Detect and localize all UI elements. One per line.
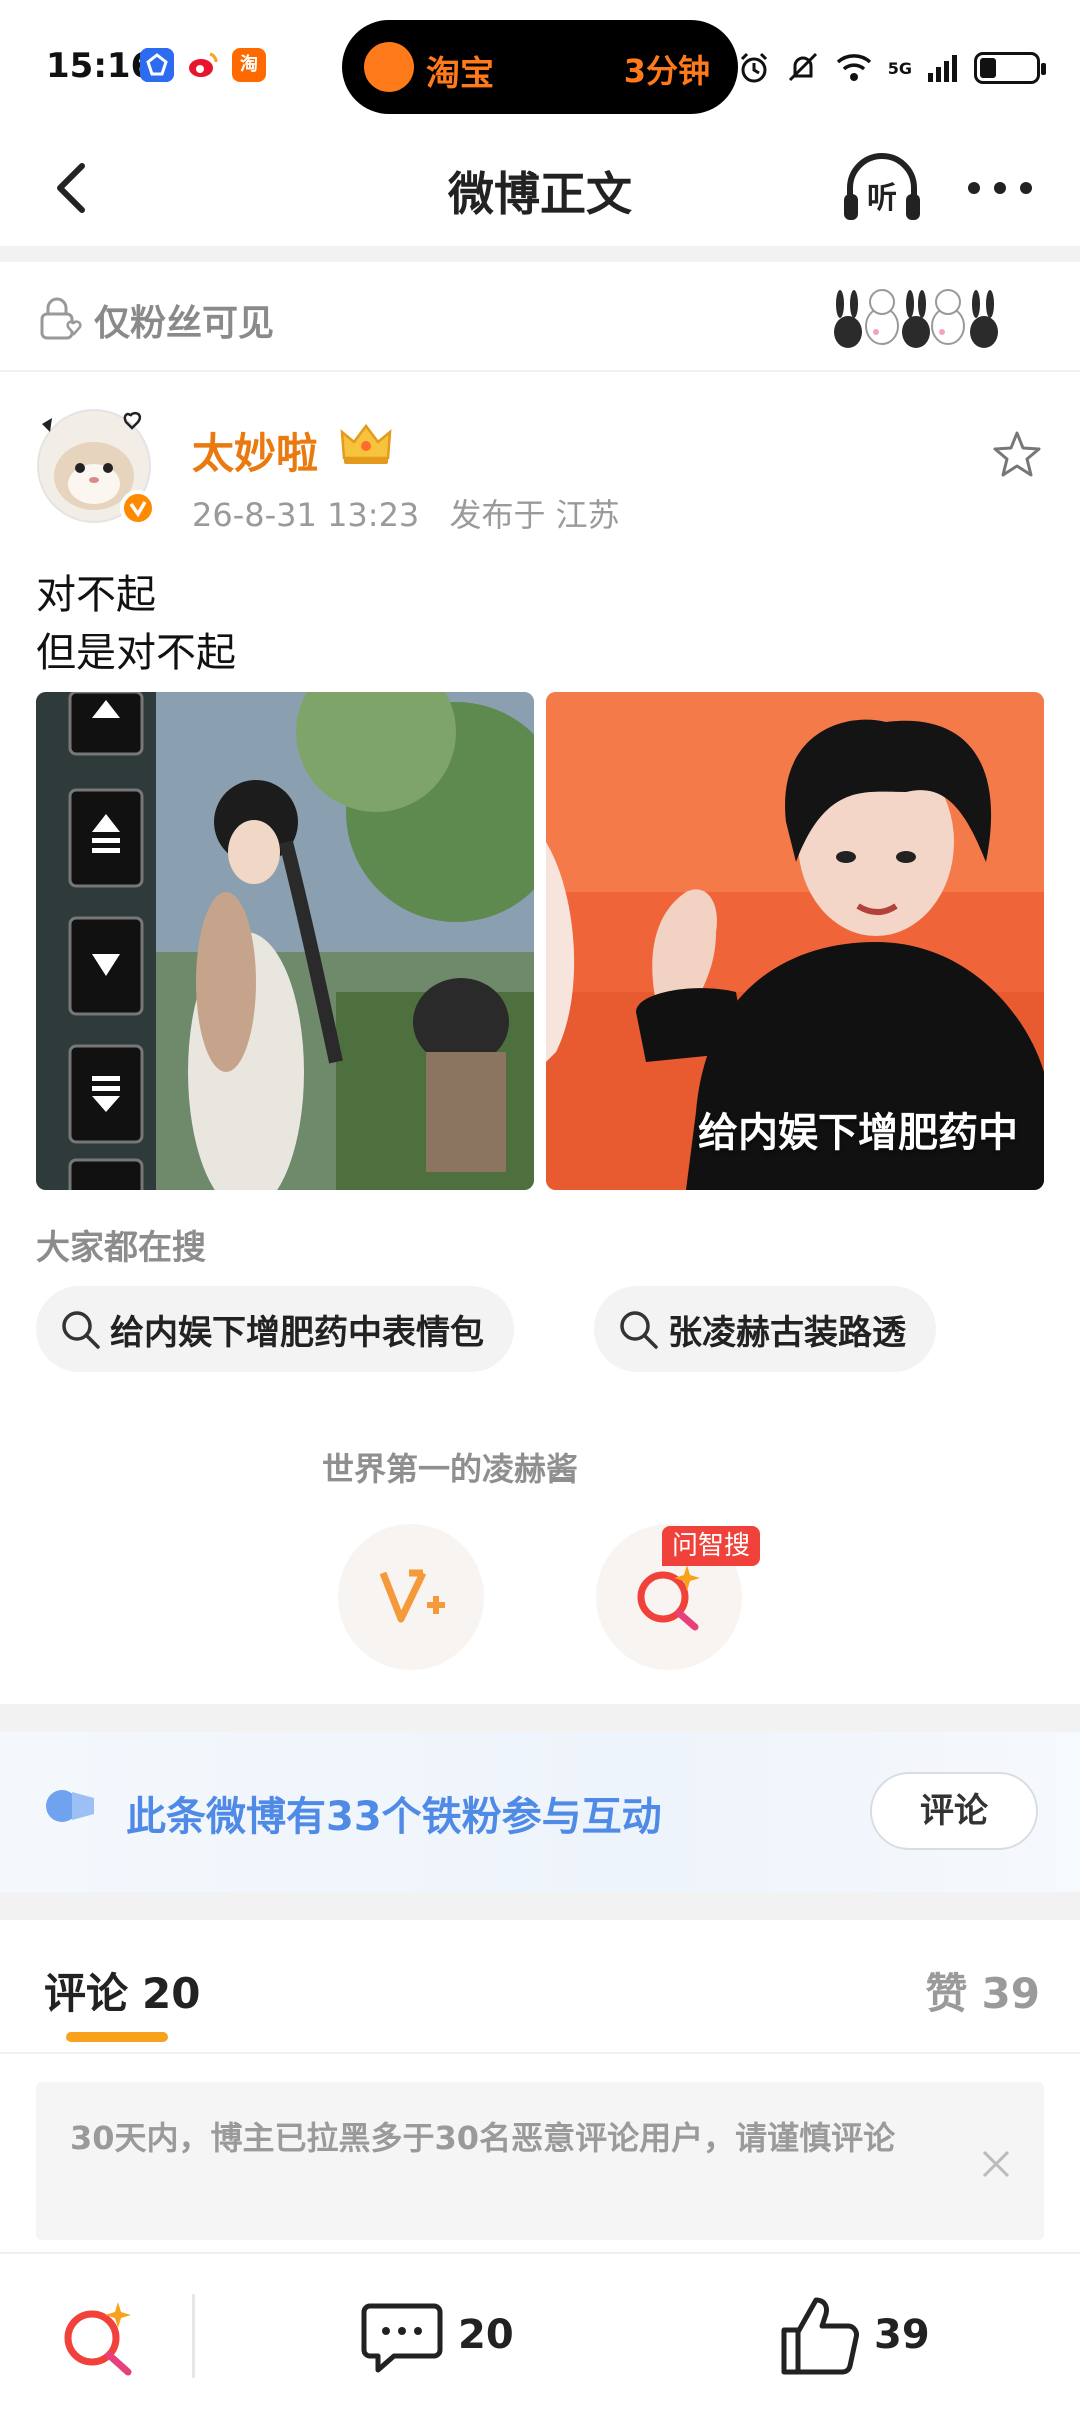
- live-activity-app: 淘宝: [426, 54, 494, 94]
- tab-likes[interactable]: 赞 39: [926, 1960, 1040, 2021]
- signal-icon: [928, 55, 957, 82]
- weibo-icon: [186, 48, 220, 82]
- image-caption: 给内娱下增肥药中: [698, 1110, 1018, 1156]
- taobao-icon: 淘: [232, 48, 266, 82]
- status-bar: 15:16 淘 淘宝 3分钟 5G: [0, 0, 1080, 130]
- section-divider: [0, 246, 1080, 262]
- active-tab-indicator: [66, 2032, 168, 2042]
- section-divider: [0, 1892, 1080, 1920]
- ai-search-icon[interactable]: [56, 2294, 142, 2380]
- fans-interaction-icon: [46, 1790, 94, 1822]
- hot-search-chip[interactable]: 张凌赫古装路透: [594, 1286, 936, 1372]
- like-count[interactable]: 39: [874, 2312, 930, 2358]
- live-activity-island[interactable]: 淘宝 3分钟: [342, 20, 738, 114]
- crown-badge-icon[interactable]: [338, 420, 394, 468]
- post-text: 对不起 但是对不起: [36, 566, 236, 682]
- battery-icon: [974, 52, 1046, 84]
- wifi-icon: [836, 54, 871, 81]
- author-avatar[interactable]: [34, 404, 158, 528]
- visibility-bar: 仅粉丝可见: [0, 262, 1080, 372]
- fans-interaction-banner: 此条微博有33个铁粉参与互动 评论: [0, 1732, 1080, 1892]
- battery-level: [980, 58, 996, 78]
- post-location: 发布于 江苏: [449, 496, 620, 534]
- section-divider: [0, 1704, 1080, 1732]
- supporter-label: 世界第一的凌赫酱: [321, 1450, 578, 1488]
- post-text-line: 对不起: [36, 572, 156, 618]
- mute-bell-icon: [788, 52, 817, 82]
- ai-search-icon: [637, 1565, 700, 1631]
- lock-heart-icon: [40, 297, 82, 340]
- post-text-line: 但是对不起: [36, 630, 236, 676]
- alipay-icon: [140, 48, 174, 82]
- network-type: 5G: [887, 58, 912, 78]
- costume-drama-photo: [36, 692, 534, 1190]
- post-meta: 26-8-31 13:23 发布于 江苏: [192, 490, 620, 536]
- vplus-icon: [379, 1569, 445, 1623]
- hot-search-chip-label: 给内娱下增肥药中表情包: [110, 1312, 484, 1353]
- taobao-logo-icon: [364, 42, 414, 92]
- notice-text: 30天内，博主已拉黑多于30名恶意评论用户，请谨慎评论: [70, 2119, 896, 2157]
- headphones-icon: 听: [844, 153, 920, 220]
- alarm-icon: [740, 52, 767, 83]
- hot-search-chip-label: 张凌赫古装路透: [668, 1312, 906, 1353]
- vplus-button[interactable]: [338, 1524, 484, 1670]
- comment-count[interactable]: 20: [458, 2312, 514, 2358]
- comment-notice: 30天内，博主已拉黑多于30名恶意评论用户，请谨慎评论: [36, 2082, 1044, 2240]
- more-dots-icon[interactable]: [960, 160, 1040, 216]
- post-timestamp: 26-8-31 13:23: [192, 496, 420, 534]
- visibility-label: 仅粉丝可见: [94, 303, 275, 344]
- comment-icon[interactable]: [360, 2298, 444, 2378]
- author-name[interactable]: 太妙啦: [192, 420, 318, 481]
- thumbs-up-icon[interactable]: [776, 2292, 862, 2378]
- nav-bar: 微博正文 听: [0, 130, 1080, 246]
- fans-interaction-text: 此条微博有33个铁粉参与互动: [126, 1794, 662, 1840]
- search-icon: [62, 1311, 100, 1349]
- hot-search-title: 大家都在搜: [36, 1228, 206, 1268]
- post-image-2[interactable]: 给内娱下增肥药中: [546, 692, 1044, 1190]
- fans-comment-button[interactable]: 评论: [870, 1772, 1038, 1850]
- status-time: 15:16: [46, 46, 155, 86]
- bottom-action-bar: 20 39: [0, 2252, 1080, 2412]
- bunnies-decoration-icon: [834, 289, 998, 348]
- close-icon[interactable]: [976, 2144, 1016, 2184]
- tab-likes-label: 赞: [925, 1969, 968, 2018]
- live-activity-duration: 3分钟: [623, 52, 710, 90]
- tab-comments-label: 评论: [44, 1969, 129, 2018]
- listen-button[interactable]: 听: [836, 142, 928, 234]
- post-image-1[interactable]: [36, 692, 534, 1190]
- status-indicators: 5G: [736, 48, 1046, 88]
- divider: [0, 2052, 1080, 2054]
- tab-likes-count: 39: [981, 1969, 1040, 2018]
- ask-search-badge: 问智搜: [662, 1526, 761, 1566]
- tab-comments-count: 20: [142, 1969, 201, 2018]
- listen-label: 听: [867, 181, 897, 216]
- search-icon: [620, 1311, 658, 1349]
- tab-comments[interactable]: 评论 20: [44, 1960, 200, 2021]
- favorite-star-icon[interactable]: [990, 428, 1044, 482]
- divider: [192, 2294, 195, 2378]
- hot-search-chip[interactable]: 给内娱下增肥药中表情包: [36, 1286, 514, 1372]
